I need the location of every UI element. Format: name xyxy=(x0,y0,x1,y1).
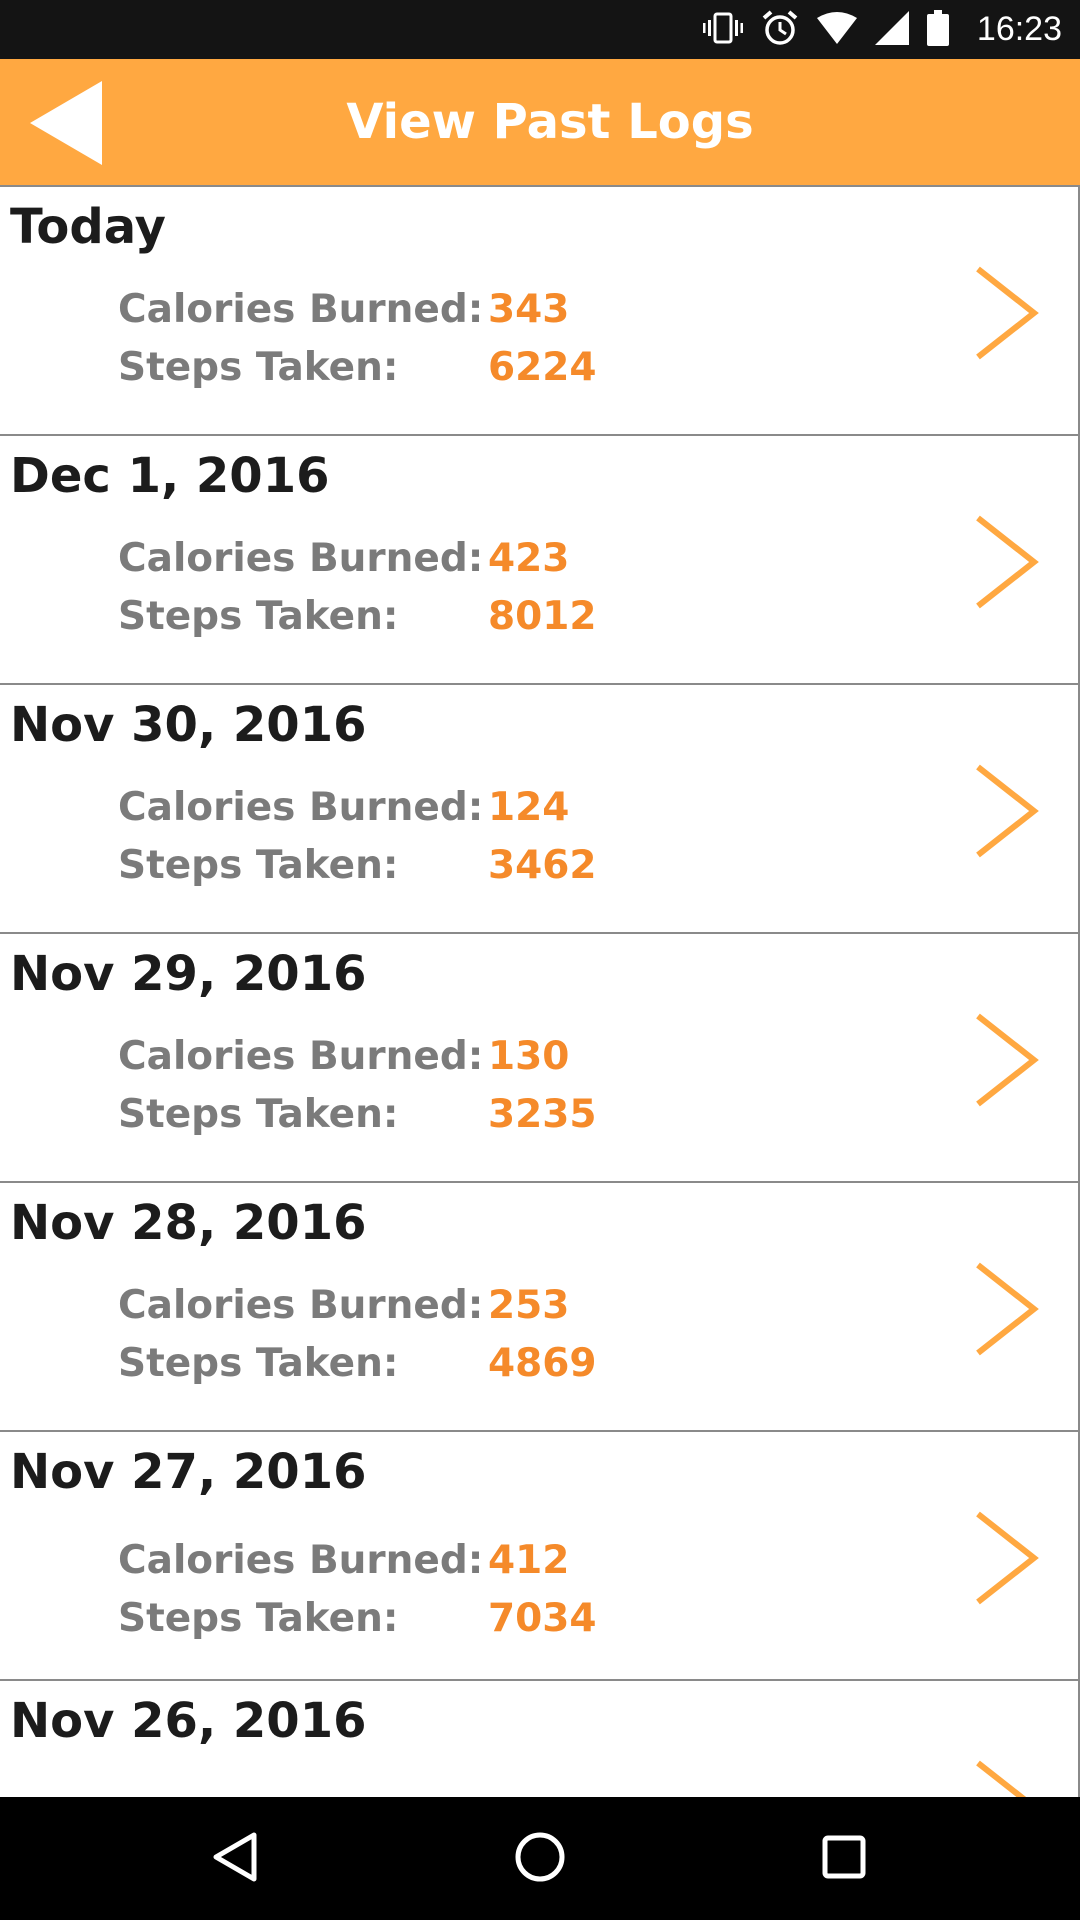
steps-value: 8012 xyxy=(488,594,597,639)
back-arrow-icon xyxy=(30,81,116,169)
log-date: Nov 27, 2016 xyxy=(10,1444,367,1500)
calories-value: 343 xyxy=(488,287,570,332)
log-item[interactable]: Dec 1, 2016 Calories Burned: 423 Steps Ta… xyxy=(0,436,1080,685)
calories-label: Calories Burned: xyxy=(118,1283,484,1328)
steps-label: Steps Taken: xyxy=(118,1092,399,1137)
log-item[interactable]: Nov 27, 2016 Calories Burned: 412 Steps T… xyxy=(0,1432,1080,1681)
steps-label: Steps Taken: xyxy=(118,843,399,888)
log-date: Nov 30, 2016 xyxy=(10,697,367,753)
chevron-right-icon xyxy=(974,265,1040,361)
battery-icon xyxy=(926,9,949,50)
calories-label: Calories Burned: xyxy=(118,536,484,581)
status-icons: 16:23 xyxy=(702,0,1062,59)
steps-row: Steps Taken: 3462 xyxy=(118,843,597,888)
steps-row: Steps Taken: 7034 xyxy=(118,1596,597,1641)
chevron-right-icon xyxy=(974,1012,1040,1108)
chevron-right-icon xyxy=(974,763,1040,859)
alarm-icon xyxy=(761,9,799,51)
log-list: Today Calories Burned: 343 Steps Taken: 62… xyxy=(0,187,1080,1797)
steps-value: 7034 xyxy=(488,1596,597,1641)
calories-row: Calories Burned: 124 xyxy=(118,785,569,830)
steps-value: 4869 xyxy=(488,1341,597,1386)
chevron-right-icon xyxy=(974,514,1040,610)
calories-row: Calories Burned: 343 xyxy=(118,287,569,332)
log-date: Nov 26, 2016 xyxy=(10,1693,367,1749)
vibrate-icon xyxy=(702,11,743,49)
steps-value: 6224 xyxy=(488,345,597,390)
status-bar: 16:23 xyxy=(0,0,1080,59)
log-date: Nov 29, 2016 xyxy=(10,946,367,1002)
log-item[interactable]: Nov 29, 2016 Calories Burned: 130 Steps T… xyxy=(0,934,1080,1183)
calories-value: 253 xyxy=(488,1283,570,1328)
back-button[interactable] xyxy=(30,81,116,165)
steps-value: 3462 xyxy=(488,843,597,888)
calories-row: Calories Burned: 253 xyxy=(118,1283,569,1328)
calories-label: Calories Burned: xyxy=(118,785,484,830)
back-triangle-icon xyxy=(212,1832,258,1886)
calories-label: Calories Burned: xyxy=(118,1538,484,1583)
log-item[interactable]: Nov 30, 2016 Calories Burned: 124 Steps T… xyxy=(0,685,1080,934)
steps-row: Steps Taken: 4869 xyxy=(118,1341,597,1386)
page-title: View Past Logs xyxy=(346,94,754,150)
steps-row: Steps Taken: 8012 xyxy=(118,594,597,639)
signal-icon xyxy=(874,10,909,49)
steps-value: 3235 xyxy=(488,1092,597,1137)
log-date: Dec 1, 2016 xyxy=(10,448,330,504)
log-item[interactable]: Today Calories Burned: 343 Steps Taken: 62… xyxy=(0,187,1080,436)
calories-value: 423 xyxy=(488,536,570,581)
log-item[interactable]: Nov 28, 2016 Calories Burned: 253 Steps T… xyxy=(0,1183,1080,1432)
steps-label: Steps Taken: xyxy=(118,1341,399,1386)
log-date: Nov 28, 2016 xyxy=(10,1195,367,1251)
status-time: 16:23 xyxy=(976,10,1062,48)
calories-value: 412 xyxy=(488,1538,570,1583)
calories-value: 124 xyxy=(488,785,570,830)
chevron-right-icon xyxy=(974,1261,1040,1357)
calories-label: Calories Burned: xyxy=(118,287,484,332)
nav-home-button[interactable] xyxy=(480,1797,600,1920)
log-date: Today xyxy=(10,199,166,255)
recents-square-icon xyxy=(822,1835,866,1883)
chevron-right-icon xyxy=(974,1759,1040,1797)
steps-label: Steps Taken: xyxy=(118,345,399,390)
log-item[interactable]: Nov 26, 2016 xyxy=(0,1681,1080,1797)
calories-row: Calories Burned: 423 xyxy=(118,536,569,581)
calories-row: Calories Burned: 412 xyxy=(118,1538,569,1583)
navigation-bar xyxy=(0,1797,1080,1920)
steps-label: Steps Taken: xyxy=(118,594,399,639)
steps-row: Steps Taken: 3235 xyxy=(118,1092,597,1137)
app-bar: View Past Logs xyxy=(0,59,1080,187)
calories-row: Calories Burned: 130 xyxy=(118,1034,569,1079)
nav-back-button[interactable] xyxy=(175,1797,295,1920)
home-circle-icon xyxy=(514,1831,566,1887)
chevron-right-icon xyxy=(974,1510,1040,1606)
nav-recents-button[interactable] xyxy=(784,1797,904,1920)
calories-value: 130 xyxy=(488,1034,570,1079)
calories-label: Calories Burned: xyxy=(118,1034,484,1079)
steps-label: Steps Taken: xyxy=(118,1596,399,1641)
wifi-icon xyxy=(816,11,857,48)
steps-row: Steps Taken: 6224 xyxy=(118,345,597,390)
